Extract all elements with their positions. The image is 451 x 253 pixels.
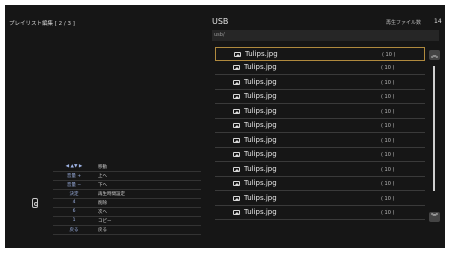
file-count: ( 10 ): [381, 123, 395, 129]
file-name: Tulips.jpg: [245, 50, 278, 58]
help-desc: 上へ: [98, 173, 107, 179]
file-name: Tulips.jpg: [244, 77, 277, 86]
file-count: ( 10 ): [381, 79, 395, 86]
file-count: ( 10 ): [381, 210, 395, 216]
image-file-icon: [233, 65, 240, 70]
file-list: Tulips.jpg ( 10 ) Tulips.jpg ( 10 ) Tulips…: [215, 47, 425, 224]
file-row[interactable]: Tulips.jpg ( 10 ): [215, 47, 425, 61]
help-desc: 移動: [98, 164, 107, 170]
help-row: 戻る 戻る: [53, 226, 201, 235]
help-key: 戻る: [69, 227, 79, 233]
image-file-icon: [233, 181, 240, 186]
help-row: 6 次へ: [53, 208, 201, 217]
double-chevron-up-icon: ︽: [431, 51, 438, 59]
path-bar: usb/: [212, 30, 439, 41]
help-desc: 再生時間設定: [98, 191, 125, 197]
file-row[interactable]: Tulips.jpg ( 10 ): [215, 163, 425, 177]
scrollbar[interactable]: [433, 66, 435, 191]
file-count: ( 10 ): [381, 94, 395, 100]
file-name: Tulips.jpg: [244, 63, 277, 71]
image-file-icon: [233, 152, 240, 157]
help-key: ◀ ▲▼ ▶: [65, 163, 83, 169]
help-key: 1: [72, 217, 76, 223]
help-key: 音量 −: [66, 182, 82, 188]
image-file-icon: [233, 79, 240, 85]
screen: プレイリスト編集 [ 2 / 3 ] USB 再生ファイル数 14 usb/ T…: [5, 5, 445, 248]
file-row[interactable]: Tulips.jpg ( 10 ): [215, 61, 425, 75]
help-row: 決定 再生時間設定: [53, 190, 201, 199]
image-file-icon: [233, 108, 240, 114]
file-count: ( 10 ): [381, 181, 395, 187]
playlist-edit-title: プレイリスト編集 [ 2 / 3 ]: [9, 21, 75, 27]
file-name: Tulips.jpg: [244, 164, 277, 173]
help-key: 音量 +: [66, 173, 82, 179]
help-row: 音量 − 下へ: [53, 181, 201, 190]
file-row[interactable]: Tulips.jpg ( 10 ): [215, 90, 425, 104]
file-name: Tulips.jpg: [244, 208, 277, 216]
image-file-icon: [233, 123, 240, 128]
image-file-icon: [233, 137, 240, 143]
file-row[interactable]: Tulips.jpg ( 10 ): [215, 76, 425, 90]
image-file-icon: [233, 195, 240, 201]
file-row[interactable]: Tulips.jpg ( 10 ): [215, 177, 425, 191]
file-count-label: 再生ファイル数: [386, 20, 422, 26]
help-desc: 下へ: [98, 182, 107, 188]
image-file-icon: [233, 94, 240, 99]
file-row[interactable]: Tulips.jpg ( 10 ): [215, 105, 425, 119]
path-text: usb/: [214, 32, 225, 38]
key-help-panel: ◀ ▲▼ ▶ 移動 音量 + 上へ 音量 − 下へ 決定 再生時間設定 4 削除 6 次へ …: [5, 163, 205, 243]
image-file-icon: [233, 210, 240, 215]
file-row[interactable]: Tulips.jpg ( 10 ): [215, 119, 425, 133]
file-count: ( 10 ): [381, 152, 395, 158]
file-name: Tulips.jpg: [244, 106, 277, 115]
file-row[interactable]: Tulips.jpg ( 10 ): [215, 192, 425, 206]
help-row: 音量 + 上へ: [53, 172, 201, 181]
scroll-down-button[interactable]: ︾: [429, 212, 440, 222]
file-count-value: 14: [434, 18, 442, 25]
image-file-icon: [234, 52, 241, 57]
file-name: Tulips.jpg: [244, 193, 277, 202]
help-desc: 戻る: [98, 227, 107, 233]
file-name: Tulips.jpg: [244, 179, 277, 187]
file-row[interactable]: Tulips.jpg ( 10 ): [215, 148, 425, 162]
file-count: ( 10 ): [381, 195, 395, 202]
file-row[interactable]: Tulips.jpg ( 10 ): [215, 134, 425, 148]
help-desc: 次へ: [98, 209, 107, 215]
file-name: Tulips.jpg: [244, 150, 277, 158]
help-key: 4: [72, 199, 76, 205]
help-key: 決定: [69, 191, 79, 197]
help-key: 6: [72, 208, 76, 214]
help-desc: 削除: [98, 200, 107, 206]
double-chevron-down-icon: ︾: [431, 213, 438, 221]
usb-title: USB: [212, 17, 229, 26]
file-count: ( 10 ): [382, 52, 396, 58]
file-count: ( 10 ): [381, 65, 395, 71]
file-name: Tulips.jpg: [244, 121, 277, 129]
help-row: 4 削除: [53, 199, 201, 208]
scroll-up-button[interactable]: ︽: [429, 50, 440, 60]
file-row[interactable]: Tulips.jpg ( 10 ): [215, 206, 425, 220]
file-count: ( 10 ): [381, 166, 395, 173]
file-name: Tulips.jpg: [244, 135, 277, 144]
help-desc: コピー: [98, 218, 112, 224]
file-count: ( 10 ): [381, 137, 395, 144]
file-count: ( 10 ): [381, 108, 395, 115]
file-name: Tulips.jpg: [244, 92, 277, 100]
help-row: 1 コピー: [53, 217, 201, 226]
image-file-icon: [233, 166, 240, 172]
help-row: ◀ ▲▼ ▶ 移動: [53, 163, 201, 172]
